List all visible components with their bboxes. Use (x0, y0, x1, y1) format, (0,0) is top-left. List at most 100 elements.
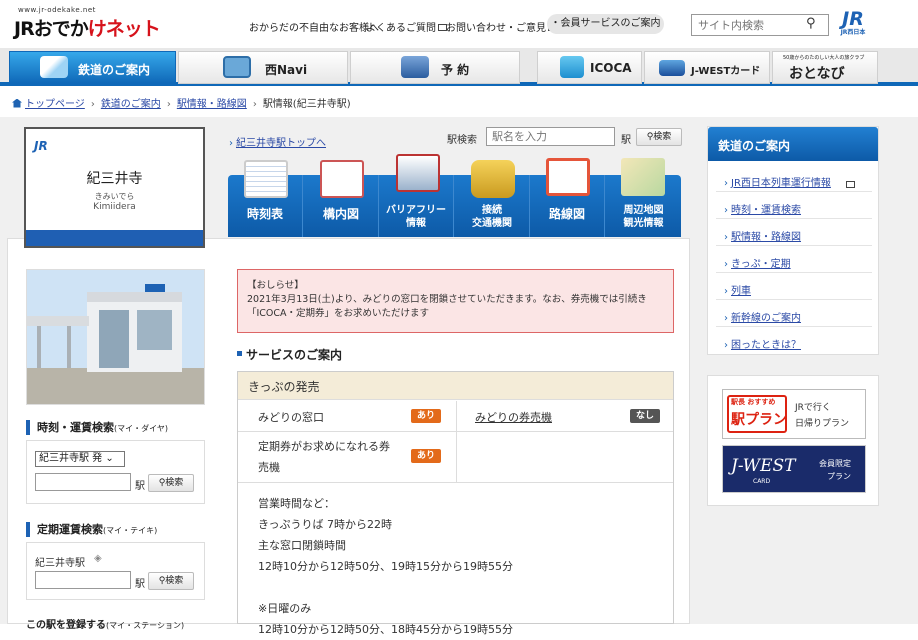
availability-badge: なし (630, 409, 660, 423)
midori-window-label: みどりの窓口 (258, 411, 324, 424)
notice-line-2: 「ICOCA・定期券」をお求めいただけます (247, 308, 430, 319)
midori-machine-link[interactable]: みどりの券売機 (475, 409, 552, 425)
breadcrumb-current: 駅情報(紀三井寺駅) (262, 99, 351, 110)
station-search-label: 駅検索 (447, 135, 477, 146)
menu-label: 周辺地図 観光情報 (623, 205, 664, 229)
divider (238, 482, 673, 483)
station-search-button-label: 検索 (653, 132, 672, 142)
timetable-search-button-label: 検索 (165, 478, 184, 488)
sidebar-item-trains[interactable]: 列車 (724, 282, 751, 297)
menu-label: 路線図 (548, 207, 585, 221)
pass-search-button[interactable]: ⚲検索 (148, 572, 194, 590)
swap-icon[interactable]: ◈ (94, 553, 102, 564)
menu-label: バリアフリー 情報 (386, 205, 446, 229)
availability-badge: あり (411, 449, 441, 463)
sidebar-item-timetable[interactable]: 時刻・運賃検索 (724, 201, 801, 216)
timetable-search-title: 時刻・運賃検索(マイ・ダイヤ) (26, 420, 168, 435)
jwest-card-text: CARD (753, 478, 771, 485)
notice-title: 【おしらせ】 (247, 280, 304, 291)
contact-link-wrap[interactable]: お問い合わせ・ご意見 (446, 19, 557, 34)
breadcrumb-top[interactable]: トップページ (25, 99, 85, 110)
station-search-button[interactable]: ⚲検索 (636, 128, 682, 146)
eki-plan-banner[interactable]: 駅長 おすすめ 駅プラン JRで行く 日帰りプラン (722, 389, 866, 439)
nav-tab-otonavi[interactable]: 50歳からのたのしい大人の旅クラブ おとなび (772, 51, 878, 84)
member-service-button[interactable]: ・会員サービスのご案内 (547, 14, 664, 34)
external-window-icon (846, 180, 855, 188)
airplane-icon (401, 56, 429, 78)
divider (716, 299, 872, 300)
map-icon (621, 158, 665, 196)
notice-box: 【おしらせ】 2021年3月13日(土)より、みどりの窓口を閉鎖させていただきま… (237, 269, 674, 333)
bus-icon (471, 160, 515, 198)
pass-fare-box: 紀三井寺駅 ◈ 駅 ⚲検索 (26, 542, 205, 600)
divider (716, 245, 872, 246)
services-title: サービスのご案内 (237, 346, 342, 363)
chevron-down-icon: ⌄ (105, 453, 114, 464)
nav-tab-railway[interactable]: 鉄道のご案内 (9, 51, 176, 84)
timetable-search-box: 紀三井寺駅 発 ⌄ 駅 ⚲検索 (26, 440, 205, 504)
station-top-link[interactable]: 紀三井寺駅トップへ (229, 134, 326, 149)
availability-badge: あり (411, 409, 441, 423)
barrier-free-icon (396, 154, 440, 192)
nav-tab-reservation[interactable]: 予 約 (350, 51, 520, 84)
sidebar-item-shinkansen[interactable]: 新幹線のご案内 (724, 309, 801, 324)
nav-tab-label: J-WESTカード (691, 66, 761, 77)
sidebar-item-tickets[interactable]: きっぷ・定期 (724, 255, 791, 270)
pass-machine-label-1: 定期券がお求めになれる券 (258, 440, 390, 453)
sidebar-item-station-info[interactable]: 駅情報・路線図 (724, 228, 801, 243)
logo-text-a: JRおでか (14, 18, 89, 40)
site-logo[interactable]: JRおでかけネット (14, 14, 161, 41)
sidebar-item-help[interactable]: 困ったときは？ (724, 336, 801, 351)
contact-link[interactable]: お問い合わせ・ご意見 (446, 23, 546, 34)
accessibility-link[interactable]: おからだの不自由なお客様へ (249, 19, 379, 34)
divider (456, 401, 457, 483)
jwest-side: 会員限定 (819, 459, 851, 468)
sidebar-title: 鉄道のご案内 (708, 127, 878, 161)
breadcrumb-station-info[interactable]: 駅情報・路線図 (177, 99, 247, 110)
timetable-search-button[interactable]: ⚲検索 (148, 474, 194, 492)
timetable-icon (244, 160, 288, 198)
station-search-input[interactable] (486, 127, 615, 146)
jwest-card-banner[interactable]: J-WEST CARD 会員限定 プラン (722, 445, 866, 493)
faq-link-wrap[interactable]: よくあるご質問 (366, 19, 447, 34)
arrival-station-input[interactable] (35, 473, 131, 491)
sidebar: 鉄道のご案内 JR西日本列車運行情報 時刻・運賃検索 駅情報・路線図 きっぷ・定… (707, 126, 879, 355)
sidebar-item-operation-info[interactable]: JR西日本列車運行情報 (724, 174, 831, 189)
register-station-title-text: この駅を登録する (26, 620, 106, 631)
nav-tab-jwest-card[interactable]: J-WESTカード (644, 51, 770, 84)
departure-station-select[interactable]: 紀三井寺駅 発 ⌄ (35, 451, 125, 467)
station-kana: きみいでら (94, 192, 135, 201)
jwest-logo: J-WEST (731, 456, 796, 476)
notice-line-1: 2021年3月13日(土)より、みどりの窓口を閉鎖させていただきます。なお、券売… (247, 294, 647, 305)
station-card-bar (26, 230, 203, 246)
pass-fare-subtitle: (マイ・テイキ) (103, 526, 158, 535)
pass-origin-station: 紀三井寺駅 (35, 558, 85, 569)
divider (716, 326, 872, 327)
faq-link[interactable]: よくあるご質問 (366, 23, 436, 34)
nav-tab-label: ICOCA (590, 61, 632, 75)
search-icon[interactable]: ⚲ (806, 16, 816, 31)
station-roman: Kimiidera (93, 202, 136, 212)
eki-plan-side: JRで行く (795, 403, 831, 413)
station-photo (26, 269, 205, 405)
nav-tab-label: 西Navi (265, 63, 308, 77)
menu-label: 時刻表 (246, 207, 283, 221)
breadcrumb-railway[interactable]: 鉄道のご案内 (101, 99, 161, 110)
business-hours: 営業時間など： きっぷうりば 7時から22時 主な窓口閉鎖時間 12時10分から… (258, 497, 513, 636)
jr-west-logo[interactable]: JR JR西日本 (833, 8, 873, 36)
pass-fare-title: 定期運賃検索(マイ・テイキ) (26, 522, 157, 537)
divider (716, 218, 872, 219)
global-nav: 鉄道のご案内 西Navi 予 約 ICOCA J-WESTカード 50歳からのた… (0, 48, 918, 86)
station-building-image (27, 270, 204, 404)
nav-tab-icoca[interactable]: ICOCA (537, 51, 642, 84)
nav-tab-label: 鉄道のご案内 (78, 63, 151, 77)
eki-plan-title: 駅プラン (731, 412, 787, 428)
jwest-side-2: プラン (827, 472, 851, 481)
header: www.jr-odekake.net JRおでかけネット おからだの不自由なお客… (0, 0, 918, 48)
station-menu: 時刻表 構内図 バリアフリー 情報 接続 交通機関 路線図 周辺地図 観光情報 (228, 175, 681, 237)
departure-station-value: 紀三井寺駅 発 (39, 453, 103, 464)
eki-plan-side-2: 日帰りプラン (795, 419, 850, 429)
pass-destination-input[interactable] (35, 571, 131, 589)
train-icon (40, 56, 68, 78)
nav-tab-nishinavi[interactable]: 西Navi (178, 51, 348, 84)
